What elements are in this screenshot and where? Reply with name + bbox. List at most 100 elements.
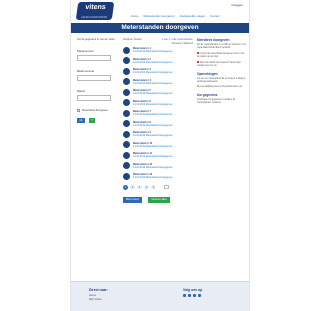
footer: Direct naar: Home Mijn Vitens Volg ons o… xyxy=(71,281,249,311)
login-link[interactable]: Inloggen xyxy=(231,3,243,7)
water-meter-icon xyxy=(123,172,130,180)
footer-social: Volg ons op xyxy=(183,288,202,297)
nav-item-faq[interactable]: Veelgestelde vragen xyxy=(180,14,205,18)
meter-subtitle: 14-01-2012 Meterstand doorgegeven xyxy=(133,134,173,138)
send-all-button[interactable]: Verstuur alles xyxy=(148,196,170,203)
checkbox-label: Meterstand doorgeven xyxy=(82,109,108,113)
field-label-meternummer: Meternummer xyxy=(77,69,95,74)
sidebar-section: Uw gegevens Controleer uw gegevens voord… xyxy=(197,93,247,105)
meter-subtitle: 14-01-2012 Meterstand doorgegeven xyxy=(133,92,173,96)
water-meter-icon xyxy=(123,141,130,149)
field-label-klantnummer: Klantnummer xyxy=(77,49,94,54)
list-item[interactable]: Meterstand nr 6 14-01-2012 Meterstand doo… xyxy=(123,98,193,109)
meternummer-input[interactable] xyxy=(77,75,111,82)
pagination: 1 2 3 4 5 xyxy=(123,184,193,190)
youtube-icon[interactable] xyxy=(198,294,201,297)
page-button[interactable]: 1 xyxy=(123,184,128,190)
sort-select[interactable]: Sorteren: Datum xyxy=(123,38,142,41)
list-item[interactable]: Meterstand nr 9 14-01-2012 Meterstand doo… xyxy=(123,129,193,140)
top-navigation: Home Meterstanden doorgeven Veelgestelde… xyxy=(131,14,220,18)
water-meter-icon xyxy=(123,46,130,54)
water-meter-icon xyxy=(123,120,130,128)
sidebar-text: Controleer uw gegevens voordat u de mete… xyxy=(197,99,236,104)
page-size-select[interactable] xyxy=(164,185,169,189)
nav-item-contact[interactable]: Contact xyxy=(210,14,220,18)
footer-link[interactable]: Mijn Vitens xyxy=(89,298,108,302)
water-meter-icon xyxy=(123,57,130,65)
meter-subtitle: 14-01-2012 Meterstand doorgegeven xyxy=(133,50,173,54)
help-button[interactable]: ? xyxy=(89,118,95,124)
show-more-button[interactable]: Meer tonen xyxy=(123,196,143,203)
water-meter-icon xyxy=(123,88,130,96)
meter-subtitle: 14-01-2012 Meterstand doorgegeven xyxy=(133,71,173,75)
nav-item-home[interactable]: Home xyxy=(131,14,138,18)
water-meter-icon xyxy=(123,67,130,75)
list-item[interactable]: Meterstand nr 12 14-01-2012 Meterstand do… xyxy=(123,161,193,172)
meterstand-checkbox-row[interactable]: Meterstand doorgeven xyxy=(77,109,121,113)
list-item[interactable]: Meterstand nr 11 14-01-2012 Meterstand do… xyxy=(123,150,193,161)
field-label-datum: Datum xyxy=(77,89,86,94)
meterstand-checkbox[interactable] xyxy=(77,109,80,113)
sidebar-text: Komt de stand niet overeen? Neem dan con… xyxy=(197,61,247,68)
water-meter-icon xyxy=(123,162,130,170)
meter-subtitle: 14-01-2012 Meterstand doorgegeven xyxy=(133,123,173,127)
sidebar-text: Bij een afwijking nemen wij contact met … xyxy=(197,86,243,88)
water-meter-icon xyxy=(123,151,130,159)
meter-list: Sorteren: Datum 1 van 1 / Alle meterstan… xyxy=(123,38,193,203)
page-button[interactable]: 5 xyxy=(151,184,156,190)
sidebar-title: Uw gegevens xyxy=(197,93,218,97)
water-meter-icon xyxy=(123,130,130,138)
list-actions: Meer tonen Verstuur alles xyxy=(123,196,193,203)
facebook-icon[interactable] xyxy=(183,294,186,297)
page-title: Meterstanden doorgeven xyxy=(71,23,249,33)
linkedin-icon[interactable] xyxy=(193,294,196,297)
list-item[interactable]: Meterstand nr 7 14-01-2012 Meterstand doo… xyxy=(123,108,193,119)
sidebar-text-body: U kunt de meterstand doorgeven tot en me… xyxy=(197,53,245,58)
list-item[interactable]: Meterstand nr 10 14-01-2012 Meterstand do… xyxy=(123,140,193,151)
twitter-icon[interactable] xyxy=(188,294,191,297)
footer-title: Direct naar: xyxy=(89,288,108,292)
page-button[interactable]: 3 xyxy=(137,184,142,190)
list-item[interactable]: Meterstand nr 13 14-01-2012 Meterstand do… xyxy=(123,171,193,182)
bullet-icon xyxy=(197,61,199,63)
ok-button[interactable]: Ok xyxy=(77,118,85,124)
water-meter-icon xyxy=(123,78,130,86)
form-intro: Vul de gegevens in van de meter xyxy=(77,38,115,41)
meter-subtitle: 14-01-2012 Meterstand doorgegeven xyxy=(133,165,173,169)
meter-subtitle: 14-01-2012 Meterstand doorgegeven xyxy=(133,102,173,106)
nav-item-meterstanden[interactable]: Meterstanden doorgeven xyxy=(143,14,174,18)
list-item[interactable]: Meterstand nr 2 14-01-2012 Meterstand doo… xyxy=(123,56,193,67)
list-item[interactable]: Meterstand nr 3 14-01-2012 Meterstand doo… xyxy=(123,66,193,77)
meter-form: Vul de gegevens in van de meter Klantnum… xyxy=(77,38,121,124)
sidebar-text: Vul de meterstanden in en klik op Verstu… xyxy=(197,44,246,49)
meter-subtitle: 14-01-2012 Meterstand doorgegeven xyxy=(133,113,173,117)
meter-subtitle: 14-01-2012 Meterstand doorgegeven xyxy=(133,176,173,180)
list-item[interactable]: Meterstand nr 4 14-01-2012 Meterstand doo… xyxy=(123,77,193,88)
page-button[interactable]: 4 xyxy=(144,184,149,190)
datum-input[interactable] xyxy=(77,95,111,102)
water-meter-icon xyxy=(123,99,130,107)
list-toolbar: Sorteren: Datum 1 van 1 / Alle meterstan… xyxy=(123,38,193,41)
klantnummer-input[interactable] xyxy=(77,55,111,62)
list-item[interactable]: Meterstand nr 1 14-01-2012 Meterstand doo… xyxy=(123,45,193,56)
sidebar-title: Opmerkingen xyxy=(197,72,218,76)
logo-text: vitens xyxy=(84,4,107,11)
meter-subtitle: 14-01-2012 Meterstand doorgegeven xyxy=(133,60,173,64)
list-item[interactable]: Meterstand nr 8 14-01-2012 Meterstand doo… xyxy=(123,119,193,130)
page: vitens LEVEN DOOR WATER Inloggen Home Me… xyxy=(70,0,250,311)
sidebar-section: Opmerkingen Let op: een meterstand die t… xyxy=(197,72,247,89)
sidebar-title: Meestlees doorgeven xyxy=(197,38,230,42)
footer-links: Direct naar: Home Mijn Vitens xyxy=(89,288,108,302)
meter-subtitle: 14-01-2012 Meterstand doorgegeven xyxy=(133,155,173,159)
sidebar-text: Let op: een meterstand die te hoog of te… xyxy=(197,78,246,83)
page-button[interactable]: 2 xyxy=(130,184,135,190)
info-sidebar: Meestlees doorgeven Vul de meterstanden … xyxy=(197,38,247,107)
page-count[interactable]: 1 van 1 / Alle meterstanden xyxy=(162,38,193,41)
meter-subtitle: 14-01-2012 Meterstand doorgegeven xyxy=(133,144,173,148)
vitens-logo[interactable]: vitens LEVEN DOOR WATER xyxy=(75,2,115,20)
social-icons xyxy=(183,294,202,297)
sidebar-text: U kunt de meterstand doorgeven tot en me… xyxy=(197,52,247,59)
footer-title: Volg ons op xyxy=(183,288,203,292)
logo-tagline: LEVEN DOOR WATER xyxy=(80,16,108,19)
list-item[interactable]: Meterstand nr 5 14-01-2012 Meterstand doo… xyxy=(123,87,193,98)
